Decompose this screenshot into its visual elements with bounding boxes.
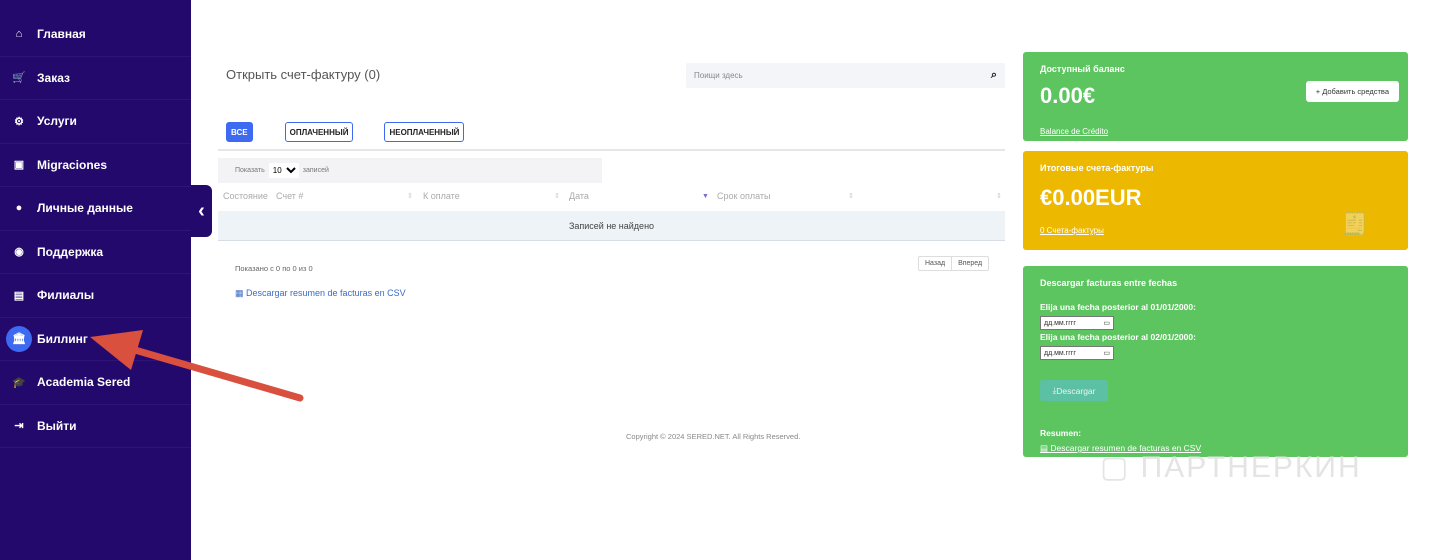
arrow-shaft: [124, 344, 304, 402]
arrow-head: [90, 330, 143, 370]
annotation-arrow: [90, 330, 304, 402]
